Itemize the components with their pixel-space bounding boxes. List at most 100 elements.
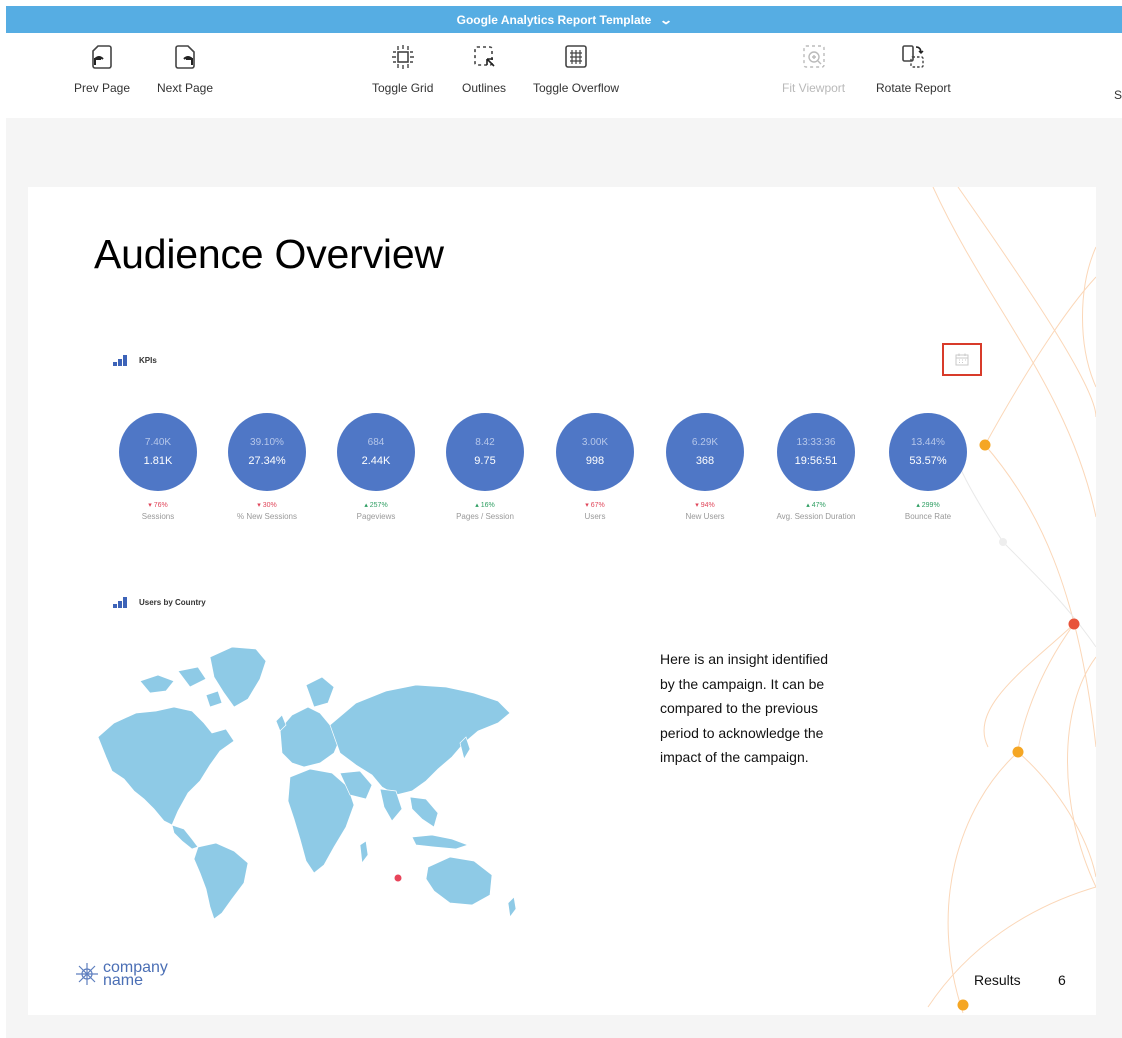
country-section-header: Users by Country xyxy=(113,597,206,608)
map-south-america xyxy=(193,842,249,920)
zoom-fit-icon xyxy=(802,45,825,68)
footer-section-label: Results xyxy=(974,972,1021,988)
kpi-previous-value: 13.44% xyxy=(911,437,945,448)
kpi-circle: 3.00K 998 xyxy=(556,413,634,491)
kpi-section-header: KPIs xyxy=(113,355,157,366)
company-logo-icon xyxy=(76,963,98,985)
map-madagascar xyxy=(359,840,369,864)
kpi-new-sessions: 39.10% 27.34% ▾ 30% % New Sessions xyxy=(207,413,327,521)
deco-dot-5 xyxy=(957,999,969,1011)
overflow-grid-icon xyxy=(565,45,587,68)
kpi-circle: 684 2.44K xyxy=(337,413,415,491)
kpi-current-value: 53.57% xyxy=(909,455,947,467)
outlines-label: Outlines xyxy=(462,81,507,95)
toggle-grid-label: Toggle Grid xyxy=(372,81,434,95)
country-section-title: Users by Country xyxy=(139,598,206,607)
toolbar: Prev Page Next Page Toggle Grid Outlines… xyxy=(0,33,1122,118)
kpi-section-title: KPIs xyxy=(139,356,157,365)
kpi-change: ▾ 76% xyxy=(148,502,168,509)
map-africa xyxy=(287,768,355,874)
map-north-america xyxy=(97,706,235,826)
toggle-overflow-button[interactable]: Toggle Overflow xyxy=(533,43,619,95)
map-southeast-asia xyxy=(409,796,439,828)
page-title: Audience Overview xyxy=(94,231,444,277)
kpi-circle: 39.10% 27.34% xyxy=(228,413,306,491)
map-scandinavia xyxy=(305,676,335,708)
kpi-label: Bounce Rate xyxy=(904,512,952,521)
map-canada-islands xyxy=(139,666,223,708)
page-number: 6 xyxy=(1058,972,1066,988)
kpi-change: ▴ 16% xyxy=(475,502,495,509)
kpi-circle: 6.29K 368 xyxy=(666,413,744,491)
kpi-pageviews: 684 2.44K ▴ 257% Pageviews xyxy=(316,413,436,521)
map-europe xyxy=(279,706,341,768)
fit-viewport-button[interactable]: Fit Viewport xyxy=(782,43,845,95)
kpi-circle: 13.44% 53.57% xyxy=(889,413,967,491)
prev-page-label: Prev Page xyxy=(74,81,131,95)
kpi-current-value: 368 xyxy=(695,455,715,467)
kpi-change: ▾ 67% xyxy=(585,502,605,509)
kpi-previous-value: 684 xyxy=(367,437,385,448)
kpi-label: Avg. Session Duration xyxy=(776,512,856,521)
kpi-change: ▴ 47% xyxy=(806,502,826,509)
fit-viewport-label: Fit Viewport xyxy=(782,81,846,95)
company-logo: company name xyxy=(74,960,168,989)
prev-page-button[interactable]: Prev Page xyxy=(74,43,130,95)
kpi-label: Sessions xyxy=(141,512,175,521)
prev-page-icon xyxy=(92,45,112,69)
kpi-current-value: 9.75 xyxy=(474,455,496,467)
kpi-label: New Users xyxy=(685,512,725,521)
kpi-previous-value: 8.42 xyxy=(475,437,495,448)
kpi-previous-value: 39.10% xyxy=(250,437,284,448)
rotate-report-label: Rotate Report xyxy=(876,81,951,95)
outlines-icon xyxy=(474,46,495,67)
calendar-icon xyxy=(955,353,969,366)
map-indonesia xyxy=(411,834,470,850)
kpi-current-value: 27.34% xyxy=(248,455,286,467)
next-page-label: Next Page xyxy=(157,81,214,95)
rotate-icon xyxy=(902,45,925,68)
kpi-previous-value: 6.29K xyxy=(691,437,719,448)
map-marker[interactable] xyxy=(394,874,402,882)
outlines-button[interactable]: Outlines xyxy=(462,43,506,95)
world-map[interactable] xyxy=(94,641,524,921)
kpi-change: ▴ 299% xyxy=(916,502,940,509)
kpi-current-value: 1.81K xyxy=(143,455,173,467)
kpi-label: % New Sessions xyxy=(236,512,298,521)
kpi-pages-per-session: 8.42 9.75 ▴ 16% Pages / Session xyxy=(425,413,545,521)
rotate-report-button[interactable]: Rotate Report xyxy=(876,43,951,95)
kpi-current-value: 2.44K xyxy=(361,455,391,467)
date-range-picker[interactable] xyxy=(942,343,982,376)
kpi-avg-session-duration: 13:33:36 19:56:51 ▴ 47% Avg. Session Dur… xyxy=(756,413,876,521)
map-central-america xyxy=(171,824,199,850)
deco-dot-3 xyxy=(1068,618,1080,630)
kpi-circle: 13:33:36 19:56:51 xyxy=(777,413,855,491)
deco-dot-2 xyxy=(999,538,1007,546)
kpi-change: ▾ 94% xyxy=(695,502,715,509)
toggle-grid-button[interactable]: Toggle Grid xyxy=(372,43,433,95)
bar-chart-icon xyxy=(113,355,127,366)
kpi-label: Pages / Session xyxy=(456,512,514,521)
toggle-overflow-label: Toggle Overflow xyxy=(533,81,620,95)
kpi-change: ▴ 257% xyxy=(364,502,388,509)
app-title: Google Analytics Report Template xyxy=(456,12,652,27)
grid-icon xyxy=(391,45,414,69)
next-page-button[interactable]: Next Page xyxy=(157,43,213,95)
kpi-previous-value: 3.00K xyxy=(581,437,609,448)
chevron-down-icon[interactable]: ⌄ xyxy=(659,13,673,27)
bar-chart-icon xyxy=(113,597,127,608)
map-new-zealand xyxy=(507,896,517,918)
next-page-icon xyxy=(175,45,195,69)
truncated-toolbar-label[interactable]: S xyxy=(1114,88,1122,102)
kpi-circle: 8.42 9.75 xyxy=(446,413,524,491)
kpi-label: Users xyxy=(584,512,606,521)
map-australia xyxy=(425,856,493,906)
app-title-bar[interactable]: Google Analytics Report Template ⌄ xyxy=(6,6,1122,33)
kpi-previous-value: 13:33:36 xyxy=(796,437,836,448)
kpi-label: Pageviews xyxy=(356,512,396,521)
deco-dot-4 xyxy=(1012,746,1024,758)
kpi-users: 3.00K 998 ▾ 67% Users xyxy=(535,413,655,521)
kpi-current-value: 998 xyxy=(585,455,605,467)
report-page: Audience Overview KPIs 7.40K 1.81K ▾ 76%… xyxy=(28,187,1096,1015)
company-name: company name xyxy=(103,960,168,989)
